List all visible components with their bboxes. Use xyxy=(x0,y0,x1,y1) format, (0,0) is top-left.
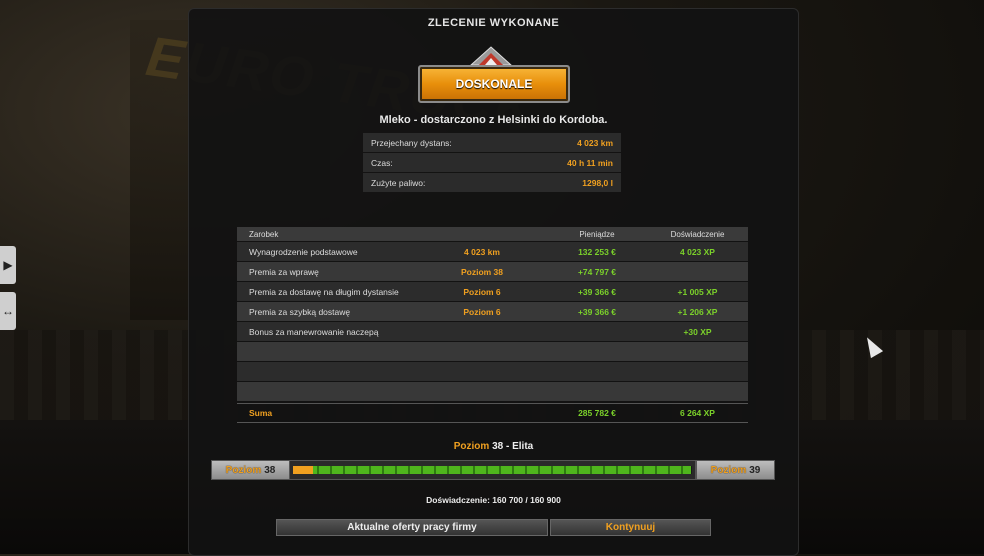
earnings-row xyxy=(237,342,748,361)
level-label: Poziom xyxy=(710,464,747,476)
earnings-row: Premia za szybką dostawę Poziom 6 +39 366 … xyxy=(237,302,748,321)
screen-title: ZLECENIE WYKONANE xyxy=(427,17,560,29)
experience-text: Doświadczenie: 160 700 / 160 900 xyxy=(426,495,561,505)
row-name: Premia za szybką dostawę xyxy=(249,306,351,317)
level-label: Poziom xyxy=(225,464,262,476)
earnings-row xyxy=(237,362,748,381)
rating-badge: DOSKONALE xyxy=(418,43,570,103)
level-value: 39 xyxy=(749,464,761,476)
earnings-header: Zarobek Pieniądze Doświadczenie xyxy=(237,227,748,241)
row-experience: +1 005 XP xyxy=(677,286,718,297)
stat-label: Czas: xyxy=(371,157,393,168)
row-money: 132 253 € xyxy=(578,246,616,257)
next-level-box: Poziom 39 xyxy=(696,460,775,480)
trip-stats: Przejechany dystans: 4 023 km Czas: 40 h… xyxy=(363,133,621,193)
earnings-sum-row: Suma 285 782 € 6 264 XP xyxy=(237,403,748,423)
resize-horizontal-icon: ↔ xyxy=(2,304,14,318)
crown-icon xyxy=(469,46,513,66)
side-panel-resize-button[interactable]: ↔ xyxy=(0,292,16,330)
stat-value: 4 023 km xyxy=(577,137,613,148)
row-name: Bonus za manewrowanie naczepą xyxy=(249,326,379,337)
level-title-rank: - Elita xyxy=(506,441,534,452)
continue-button[interactable]: Kontynuuj xyxy=(550,519,711,536)
row-money: +39 366 € xyxy=(577,286,617,297)
company-job-offers-button[interactable]: Aktualne oferty pracy firmy xyxy=(276,519,548,536)
row-name: Premia za wprawę xyxy=(249,266,319,277)
stat-time: Czas: 40 h 11 min xyxy=(363,153,621,172)
header-earnings: Zarobek xyxy=(249,229,279,239)
sum-experience: 6 264 XP xyxy=(680,408,715,418)
earnings-row: Premia za dostawę na długim dystansie Poz… xyxy=(237,282,748,301)
sum-money: 285 782 € xyxy=(578,408,616,418)
stat-value: 40 h 11 min xyxy=(567,157,613,168)
stat-fuel: Zużyte paliwo: 1298,0 l xyxy=(363,173,621,192)
rating-label: DOSKONALE xyxy=(418,65,570,103)
sum-label: Suma xyxy=(249,408,273,418)
header-money: Pieniądze xyxy=(579,229,615,239)
row-name: Wynagrodzenie podstawowe xyxy=(249,246,358,257)
stat-distance: Przejechany dystans: 4 023 km xyxy=(363,133,621,152)
row-detail: 4 023 km xyxy=(464,246,500,257)
level-value: 38 xyxy=(264,464,276,476)
stat-value: 1298,0 l xyxy=(582,177,613,188)
experience-progress-bar xyxy=(289,460,696,480)
progress-new-xp xyxy=(293,466,313,474)
row-detail: Poziom 38 xyxy=(460,266,504,277)
row-detail: Poziom 6 xyxy=(463,306,501,317)
row-money: +39 366 € xyxy=(577,306,617,317)
job-completed-panel: ZLECENIE WYKONANE DOSKONALE Mleko - dost… xyxy=(188,8,799,556)
level-title-number: 38 xyxy=(492,441,504,452)
earnings-row: Wynagrodzenie podstawowe 4 023 km 132 253 … xyxy=(237,242,748,261)
stat-label: Zużyte paliwo: xyxy=(371,177,426,188)
row-experience: 4 023 XP xyxy=(680,246,715,257)
row-detail: Poziom 6 xyxy=(463,286,501,297)
stat-label: Przejechany dystans: xyxy=(371,137,452,148)
side-panel-expand-button[interactable]: ▶ xyxy=(0,246,16,284)
progress-fill xyxy=(293,466,691,474)
earnings-table: Zarobek Pieniądze Doświadczenie Wynagrod… xyxy=(237,227,748,423)
arrow-right-icon: ▶ xyxy=(3,258,13,272)
row-money: +74 797 € xyxy=(577,266,617,277)
level-title-prefix: Poziom xyxy=(453,441,490,452)
level-title: Poziom 38 - Elita xyxy=(189,441,798,452)
header-experience: Doświadczenie xyxy=(670,229,725,239)
row-experience: +1 206 XP xyxy=(677,306,718,317)
earnings-row xyxy=(237,382,748,401)
progress-track xyxy=(293,466,692,474)
earnings-row: Bonus za manewrowanie naczepą +30 XP xyxy=(237,322,748,341)
current-level-box: Poziom 38 xyxy=(211,460,290,480)
earnings-row: Premia za wprawę Poziom 38 +74 797 € xyxy=(237,262,748,281)
cargo-delivery-line: Mleko - dostarczono z Helsinki do Kordob… xyxy=(379,114,608,126)
row-name: Premia za dostawę na długim dystansie xyxy=(249,286,399,297)
row-experience: +30 XP xyxy=(683,326,712,337)
